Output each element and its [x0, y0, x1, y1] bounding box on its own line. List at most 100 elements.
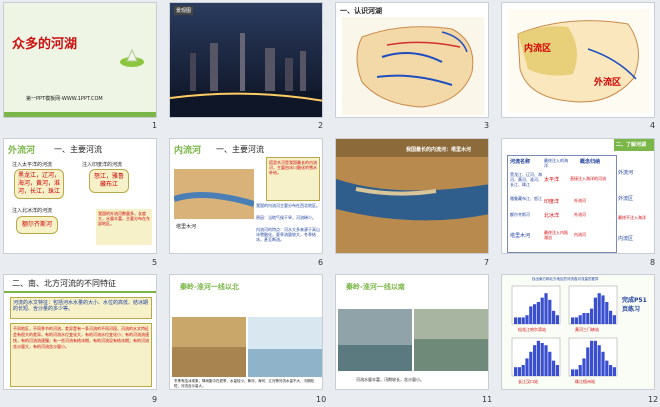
- flow-bar: [582, 313, 586, 324]
- river-flow-charts: 松花江哈尔滨站 黄河三门峡站长江汉口站 珠江梧州站: [511, 285, 618, 384]
- slide-number: 5: [152, 258, 158, 267]
- flow-chart-label: 松花江哈尔滨站: [518, 326, 546, 332]
- tarim-river-photo: [174, 169, 254, 219]
- slide-10-caption: 冬季有结冰现象，降雨集中在夏季，水量较小。黄河、海河、辽河等河流水量不大，汛期较…: [174, 379, 314, 388]
- outflow-note: 我国的外流河数量多，长度大，水量丰富，主要分布在东部地区。: [96, 209, 152, 245]
- slide-2-badge: 景观图: [174, 6, 194, 15]
- tarim-caption: 塔里木河: [176, 224, 197, 230]
- slide-11-thumbnail[interactable]: 秦岭-淮河一线以南 河流水量丰富，汛期较长，含沙量小。: [335, 274, 489, 390]
- flow-bar: [544, 345, 548, 376]
- indian-rivers-box: 怒江，雅鲁藏布江: [89, 169, 129, 193]
- flow-bar: [517, 367, 521, 376]
- slide-10-title: 秦岭-淮河一线以北: [180, 283, 239, 291]
- slide-6-tab: 内流河: [174, 146, 202, 156]
- flow-chart-label: 黄河三门峡站: [575, 326, 599, 332]
- row-2-ocean: 印度洋: [544, 199, 560, 205]
- slide-6-body1: 我国的内流河主要分布在西北地区。: [256, 203, 320, 208]
- flow-bar: [552, 310, 556, 324]
- flow-bar: [593, 297, 597, 324]
- row-3-ocean: 北冰洋: [544, 213, 560, 219]
- slide-7-thumbnail[interactable]: 我国最长的内流河：塔里木河: [335, 138, 489, 254]
- slide-number: 12: [648, 395, 659, 404]
- north-river-photo-2: [248, 317, 322, 377]
- flow-bar: [548, 351, 552, 376]
- row-3-concept: 外流河: [574, 212, 586, 217]
- slide-1-thumbnail[interactable]: 众多的河湖 第一PPT模板网-WWW.1PPT.COM: [3, 2, 157, 118]
- slide-4-thumbnail[interactable]: 内流区 外流区: [501, 2, 655, 118]
- flow-bar: [609, 365, 613, 376]
- slide-6-thumbnail[interactable]: 内流河 一、主要河流 塔里木河 塔里木河是我国最长的内流河，主要由冰川融化的雪水…: [169, 138, 323, 254]
- flow-bar: [521, 317, 525, 324]
- flow-bar: [612, 367, 616, 376]
- slide-9-thumbnail[interactable]: 二、南、北方河流的不同特征 河流的水文特征：包括河水水量的大小、水位的高低、结冰…: [3, 274, 157, 390]
- row-4-name: 塔里木河: [510, 233, 531, 239]
- slide-12-exercise: 完成P51页练习: [622, 297, 647, 313]
- slide-10-thumbnail[interactable]: 秦岭-淮河一线以北 冬季有结冰现象，降雨集中在夏季，水量较小。黄河、海河、辽河等…: [169, 274, 323, 390]
- slide-1-footer: 第一PPT模板网-WWW.1PPT.COM: [26, 96, 103, 102]
- flow-bar: [517, 317, 521, 324]
- flow-bar: [555, 315, 559, 324]
- flow-bar: [605, 302, 609, 324]
- flow-bar: [540, 297, 544, 324]
- slide-number: 9: [152, 395, 158, 404]
- slide-number: 7: [484, 258, 490, 267]
- flow-bar: [544, 293, 548, 324]
- flow-bar: [514, 367, 518, 376]
- flow-bar: [529, 306, 533, 324]
- drainage-area-map: [508, 9, 650, 113]
- slide-12-thumbnail[interactable]: 找出南方和北方地区的河流各月流量的差异 完成P51页练习 松花江哈尔滨站 黄河三门…: [501, 274, 655, 390]
- flow-bar: [578, 315, 582, 324]
- slide-number: 11: [482, 395, 493, 404]
- row-2-concept: 外流河: [574, 198, 586, 203]
- right-label-4: 内流区: [618, 236, 634, 242]
- slide-5-tab: 外流河: [8, 146, 36, 156]
- flow-bar: [540, 343, 544, 376]
- flow-bar: [586, 313, 590, 324]
- flow-bar: [548, 299, 552, 324]
- row-1-concept: 直接注入海洋的河流: [570, 176, 606, 181]
- flow-bar: [609, 310, 613, 324]
- flow-bar: [601, 295, 605, 324]
- flow-bar: [525, 358, 529, 376]
- slide-number: 10: [316, 395, 327, 404]
- slide-6-body2: 原因：当地气候干旱，河流稀少。: [256, 215, 316, 220]
- outflow-area-label: 外流区: [594, 78, 622, 88]
- flow-bar: [529, 351, 533, 376]
- slide-number: 3: [484, 121, 490, 130]
- right-label-3: 最终不注入海洋: [618, 215, 646, 220]
- flow-bar: [612, 315, 616, 324]
- flow-bar: [601, 351, 605, 376]
- box3-title: 注入北冰洋的河流: [12, 208, 53, 214]
- row-2-name: 雅鲁藏布江、怒江: [510, 196, 542, 201]
- rivers-table: 河流名称 最终注入的海洋 概念归纳 黑龙江、辽河、海河、黄河、淮河、长江、珠江 …: [507, 155, 617, 253]
- city-night-photo: [170, 3, 322, 117]
- flow-bar: [521, 365, 525, 376]
- hydrology-text-box: 不同地区，不同季节的河流，差异是有一条河流的不同河段，河流的水文特征会有很大的差…: [10, 323, 152, 387]
- slide-7-caption: 我国最长的内流河：塔里木河: [406, 147, 472, 153]
- south-river-photo-1: [338, 309, 412, 371]
- slide-8-thumbnail[interactable]: 二、了解河湖 河流名称 最终注入的海洋 概念归纳 黑龙江、辽河、海河、黄河、淮河…: [501, 138, 655, 254]
- flow-bar: [582, 358, 586, 376]
- pacific-rivers-box: 黑龙江，辽河，海河，黄河，淮河，长江，珠江: [14, 169, 64, 199]
- slide-number: 6: [318, 258, 324, 267]
- tarim-aerial-photo: [336, 139, 488, 253]
- row-1-ocean: 太平洋: [544, 177, 560, 183]
- flow-chart-label: 珠江梧州站: [575, 378, 595, 384]
- slide-5-thumbnail[interactable]: 外流河 一、主要河流 注入太平洋的河流 黑龙江，辽河，海河，黄河，淮河，长江，珠…: [3, 138, 157, 254]
- hydrology-definition-box: 河流的水文特征：包括河水水量的大小、水位的高低、结冰期的长短、含沙量的多少等。: [10, 297, 152, 319]
- china-rivers-map: [342, 17, 484, 115]
- slide-3-thumbnail[interactable]: 一、认识河湖: [335, 2, 489, 118]
- lily-decoration-icon: [118, 47, 146, 69]
- flow-bar: [536, 302, 540, 324]
- tarim-side-note: 塔里木河是我国最长的内流河，主要由冰川融化的雪水补给。: [266, 157, 320, 201]
- slide-number: 4: [650, 121, 656, 130]
- flow-bar: [571, 317, 575, 324]
- slide-12-heading: 找出南方和北方地区的河流各月流量的差异: [532, 277, 599, 281]
- row-4-concept: 内流河: [574, 232, 586, 237]
- row-3-name: 额尔齐斯河: [510, 212, 530, 217]
- slide-2-thumbnail[interactable]: 景观图: [169, 2, 323, 118]
- flow-bar: [555, 365, 559, 376]
- flow-bar: [574, 317, 578, 324]
- right-label-2: 外流区: [618, 196, 634, 202]
- flow-bar: [525, 315, 529, 324]
